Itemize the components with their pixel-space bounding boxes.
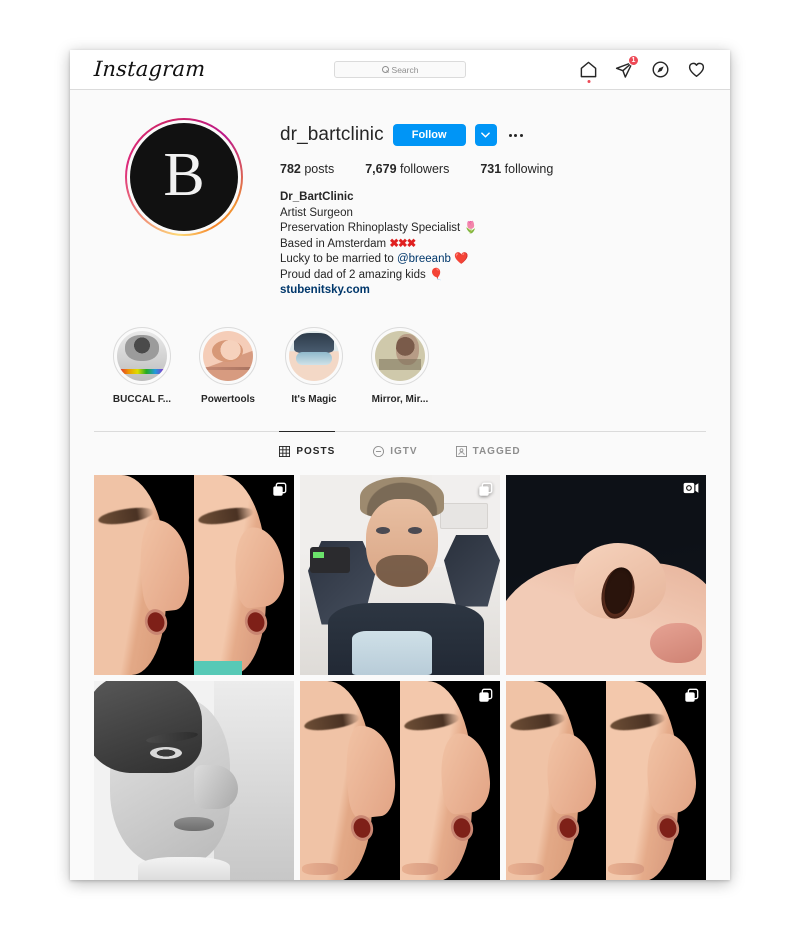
post-thumbnail[interactable]	[300, 474, 500, 675]
stats-row: 782 posts 7,679 followers 731 following	[280, 162, 706, 176]
stat-followers[interactable]: 7,679 followers	[365, 162, 449, 176]
explore-compass-icon[interactable]	[651, 60, 670, 79]
direct-unread-badge: 1	[628, 55, 639, 66]
instagram-logo[interactable]: Instagram	[93, 57, 206, 81]
bio-line-1: Artist Surgeon	[280, 206, 353, 219]
highlight-cover-image	[375, 330, 425, 381]
highlight-ring	[199, 326, 257, 385]
profile-bio: Dr_BartClinic Artist Surgeon Preservatio…	[280, 190, 706, 299]
grid-icon	[279, 445, 291, 457]
bio-heart-emoji: ❤️	[454, 253, 469, 265]
bio-line-3: Based in Amsterdam ✖✖✖	[280, 237, 706, 253]
story-highlight-item[interactable]: It's Magic	[282, 326, 346, 405]
post-thumbnail[interactable]	[506, 680, 706, 880]
profile-body: B dr_bartclinic Follow 782 posts 7,679 f…	[70, 90, 730, 880]
posts-grid	[70, 469, 730, 880]
stat-followers-label: followers	[400, 162, 450, 176]
avatar[interactable]: B	[130, 123, 238, 231]
carousel-icon	[684, 688, 699, 703]
tab-igtv-label: IGTV	[390, 445, 418, 457]
story-highlight-item[interactable]: Mirror, Mir...	[368, 326, 432, 405]
home-icon[interactable]	[579, 60, 598, 83]
story-highlight-item[interactable]: Powertools	[196, 326, 260, 405]
stat-posts-value: 782	[280, 162, 301, 176]
carousel-icon	[478, 688, 493, 703]
username-row: dr_bartclinic Follow	[280, 122, 706, 148]
screenshot-root: Instagram Search 1 B dr_bartclinic Follo…	[0, 0, 800, 933]
avatar-column: B	[94, 118, 274, 299]
direct-send-icon[interactable]: 1	[615, 55, 639, 79]
profile-header: B dr_bartclinic Follow 782 posts 7,679 f…	[70, 90, 730, 299]
stat-posts[interactable]: 782 posts	[280, 162, 334, 176]
more-options-icon	[508, 133, 512, 137]
video-icon	[683, 482, 699, 494]
stat-posts-label: posts	[304, 162, 335, 176]
post-image	[300, 680, 500, 880]
highlight-ring	[285, 326, 343, 385]
bio-line-4: Lucky to be married to @breeanb ❤️	[280, 252, 706, 268]
post-image	[300, 474, 500, 675]
stat-following[interactable]: 731 following	[480, 162, 553, 176]
more-options-button[interactable]	[506, 133, 526, 137]
tab-igtv[interactable]: IGTV	[373, 431, 417, 469]
home-unread-dot	[587, 80, 590, 83]
bio-line-2: Preservation Rhinoplasty Specialist 🌷	[280, 222, 478, 234]
tab-posts[interactable]: POSTS	[279, 430, 336, 469]
bio-line-3-text: Based in Amsterdam	[280, 237, 387, 250]
bio-full-name: Dr_BartClinic	[280, 191, 354, 203]
highlight-label: BUCCAL F...	[112, 393, 172, 405]
top-navigation-bar: Instagram Search 1	[70, 50, 730, 90]
highlight-label: Powertools	[201, 393, 255, 405]
avatar-story-ring[interactable]: B	[125, 118, 243, 236]
bio-line-4-text: Lucky to be married to	[280, 253, 394, 265]
instagram-window: Instagram Search 1 B dr_bartclinic Follo…	[70, 50, 730, 880]
post-image	[94, 680, 294, 880]
post-thumbnail[interactable]	[506, 474, 706, 675]
carousel-icon	[478, 482, 493, 497]
bio-mention-link[interactable]: @breeanb	[397, 253, 451, 265]
highlight-cover-image	[117, 330, 167, 381]
search-icon	[381, 66, 389, 73]
story-highlights-row: BUCCAL F... Powertools It's Magic Mirror…	[70, 299, 730, 405]
follow-dropdown-button[interactable]	[474, 124, 497, 146]
page-title: dr_bartclinic	[280, 124, 384, 145]
avatar-inner-gap: B	[127, 120, 241, 234]
highlight-ring	[371, 326, 429, 385]
navbar-icon-group: 1	[579, 55, 706, 83]
highlight-cover-image	[203, 330, 253, 381]
activity-heart-icon[interactable]	[687, 60, 706, 79]
post-image	[94, 474, 294, 675]
stat-followers-value: 7,679	[365, 162, 397, 176]
profile-info-column: dr_bartclinic Follow 782 posts 7,679 fol…	[274, 118, 706, 299]
stat-following-value: 731	[480, 162, 502, 176]
highlight-label: Mirror, Mir...	[371, 393, 429, 405]
tab-posts-label: POSTS	[296, 445, 336, 457]
highlight-ring	[113, 326, 171, 385]
bio-line-5: Proud dad of 2 amazing kids 🎈	[280, 268, 444, 281]
highlight-cover-image	[289, 330, 339, 381]
stat-following-label: following	[504, 162, 554, 176]
search-input[interactable]: Search	[334, 61, 466, 78]
igtv-icon	[373, 445, 385, 457]
bio-website-link[interactable]: stubenitsky.com	[280, 283, 706, 299]
post-thumbnail[interactable]	[94, 474, 294, 675]
post-image	[506, 474, 706, 675]
post-image	[506, 680, 706, 880]
carousel-icon	[272, 482, 287, 497]
tagged-icon	[455, 445, 467, 457]
chevron-down-icon	[481, 132, 490, 138]
profile-tabs: POSTS IGTV TAGGED	[94, 430, 706, 469]
post-thumbnail[interactable]	[94, 680, 294, 880]
tab-tagged[interactable]: TAGGED	[455, 431, 521, 469]
search-placeholder: Search	[391, 64, 419, 75]
follow-button[interactable]: Follow	[392, 124, 466, 146]
story-highlight-item[interactable]: BUCCAL F...	[110, 326, 174, 405]
highlight-label: It's Magic	[291, 393, 337, 405]
post-thumbnail[interactable]	[300, 680, 500, 880]
bio-cross-marks: ✖✖✖	[389, 237, 416, 250]
tab-tagged-label: TAGGED	[472, 445, 521, 457]
